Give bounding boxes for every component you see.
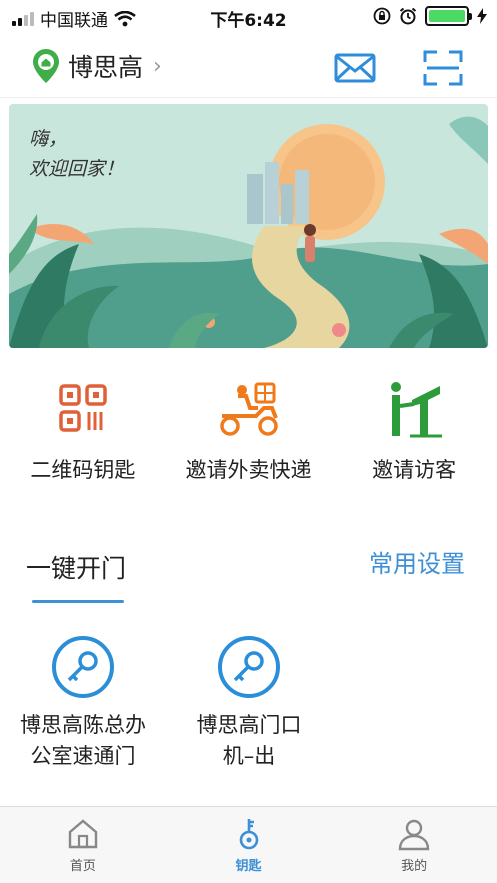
tab-bar: 首页 钥匙 我的	[0, 806, 497, 883]
community-selector[interactable]: 博思高 ›	[32, 48, 162, 84]
qr-code-icon	[59, 384, 107, 432]
mail-icon[interactable]	[333, 48, 377, 88]
key-icon	[239, 819, 258, 850]
app-header: 博思高 ›	[0, 40, 497, 98]
key-circle-icon	[218, 636, 280, 698]
section-title: 一键开门	[26, 554, 127, 583]
section-underline	[32, 600, 124, 603]
common-settings-link[interactable]: 常用设置	[369, 544, 465, 579]
door-item[interactable]: 博思高门口机–出	[166, 634, 332, 772]
banner-line1: 嗨，	[29, 128, 68, 150]
door-label: 博思高陈总办公室速通门	[20, 713, 146, 768]
tab-keys[interactable]: 钥匙	[166, 807, 332, 883]
door-item[interactable]: 博思高陈总办公室速通门	[0, 634, 166, 772]
quick-actions: 二维码钥匙 邀请外卖快递 邀请访客	[0, 378, 497, 488]
banner-line2: 欢迎回家！	[29, 158, 125, 180]
alarm-icon	[399, 7, 417, 25]
welcome-banner[interactable]: 嗨， 欢迎回家！	[9, 104, 488, 348]
action-invite-visitor[interactable]: 邀请访客	[331, 378, 497, 488]
tab-me[interactable]: 我的	[331, 807, 497, 883]
person-icon	[398, 819, 430, 851]
community-name: 博思高	[68, 53, 144, 82]
action-label-qr: 二维码钥匙	[30, 458, 136, 482]
tab-label-keys: 钥匙	[235, 859, 262, 874]
tab-label-home: 首页	[69, 859, 96, 874]
home-icon	[68, 819, 98, 849]
door-list: 博思高陈总办公室速通门 博思高门口机–出	[0, 634, 497, 772]
rotation-lock-icon	[373, 7, 391, 25]
charging-icon	[477, 8, 487, 24]
location-home-icon	[33, 49, 59, 83]
battery-icon	[425, 6, 472, 26]
action-label-delivery: 邀请外卖快递	[185, 458, 312, 482]
action-invite-delivery[interactable]: 邀请外卖快递	[166, 378, 332, 488]
battery-level	[429, 10, 465, 22]
door-label: 博思高门口机–出	[196, 713, 302, 768]
chevron-right-icon: ›	[153, 53, 162, 79]
banner-greeting: 嗨， 欢迎回家！	[29, 124, 124, 184]
key-circle-icon	[52, 636, 114, 698]
delivery-scooter-icon	[219, 382, 278, 436]
action-label-visitor: 邀请访客	[372, 458, 457, 482]
tab-home[interactable]: 首页	[0, 807, 166, 883]
visitor-icon	[391, 382, 443, 438]
action-qr-key[interactable]: 二维码钥匙	[0, 378, 166, 488]
scan-icon[interactable]	[421, 48, 465, 88]
status-bar: 中国联通 下午6:42	[0, 0, 497, 34]
tab-label-me: 我的	[401, 859, 428, 874]
status-right	[373, 6, 487, 26]
